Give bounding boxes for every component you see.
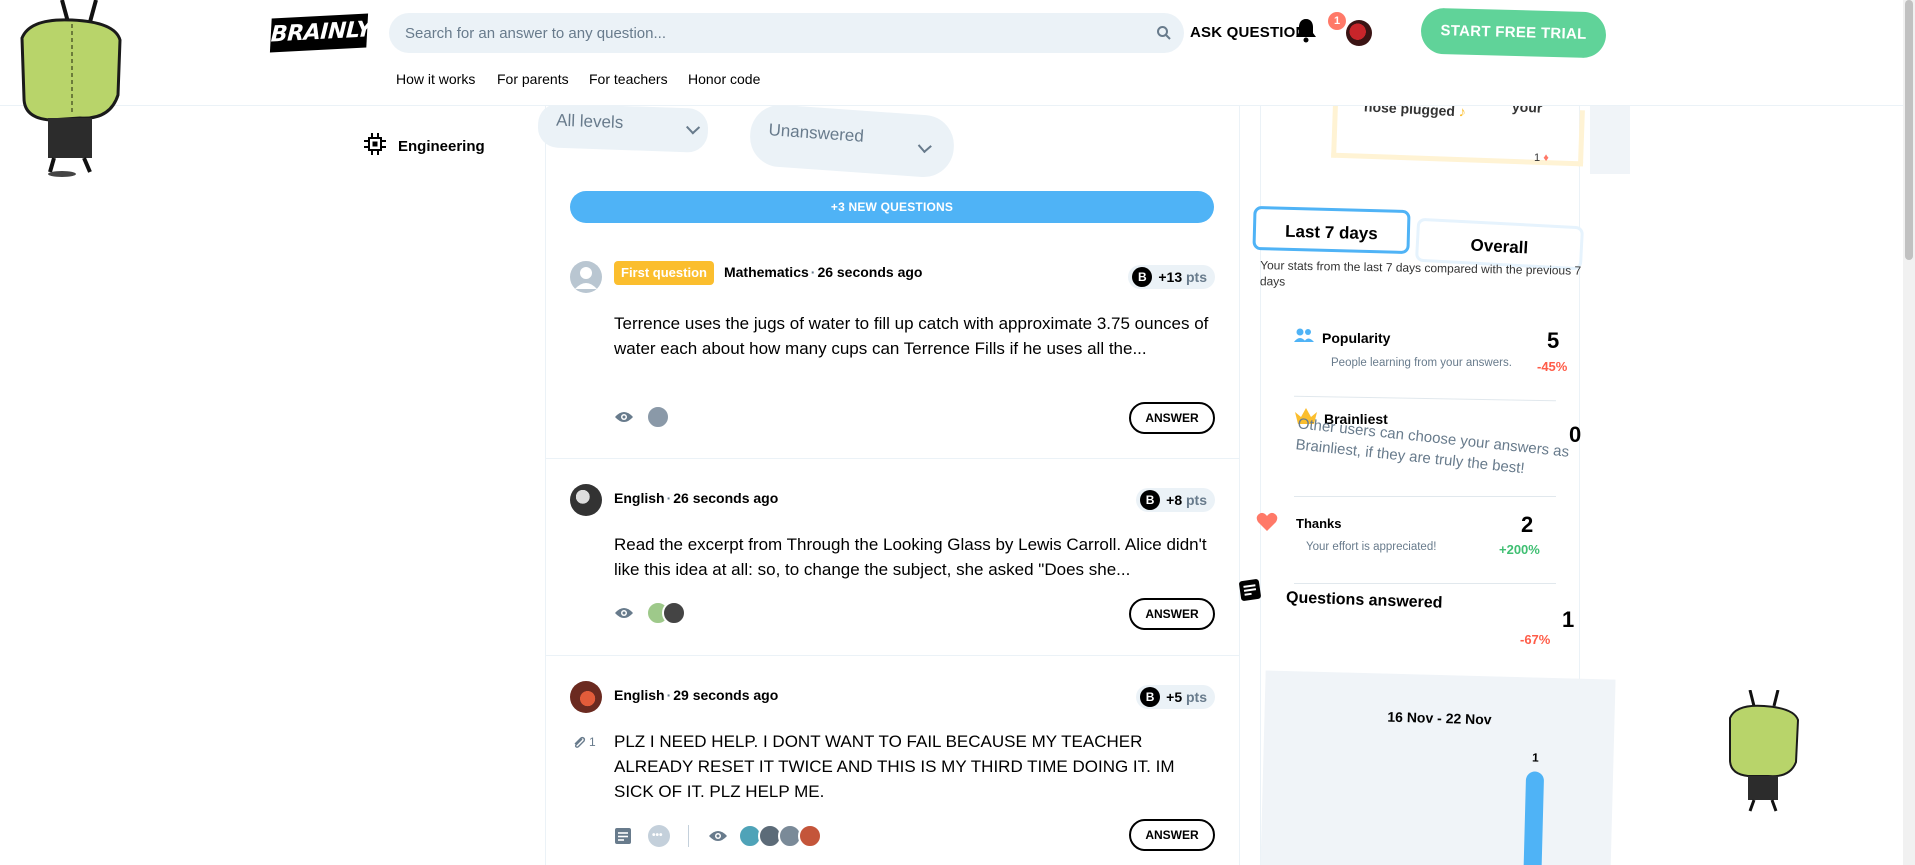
points-unit: pts [1186,492,1207,508]
question-subject[interactable]: English [614,687,665,703]
popularity-value: 5 [1547,328,1560,353]
points-unit: pts [1186,689,1207,705]
weekly-bar-chart: 16 Nov - 22 Nov 1 [1387,709,1544,865]
question-time: 29 seconds ago [673,687,779,703]
question-card[interactable]: English · 29 seconds ago B +5 pts 1 PLZ I N… [546,657,1239,865]
brainly-points-icon: B [1140,490,1161,510]
questions-answered-delta: -67% [1520,632,1551,647]
search-bar[interactable] [389,13,1184,53]
attachment-icon [574,736,586,748]
user-avatar[interactable] [1346,20,1372,46]
question-card[interactable]: English · 26 seconds ago B +8 pts Read the … [546,460,1239,656]
question-text[interactable]: PLZ I NEED HELP. I DONT WANT TO FAIL BEC… [614,729,1216,804]
divider [1294,583,1556,584]
level-filter-select[interactable]: All levels [537,103,709,153]
attachment-count: 1 [589,735,596,749]
new-questions-button[interactable]: +3 NEW QUESTIONS [570,191,1214,223]
brainly-points-icon: B [1132,267,1153,287]
question-meta: First question Mathematics · 26 seconds ago [614,261,922,285]
chevron-down-icon [685,120,701,135]
popularity-label: Popularity [1322,330,1391,346]
answer-button[interactable]: ANSWER [1129,819,1215,851]
questions-answered-value: 1 [1562,607,1575,632]
points-value: +13 [1158,269,1183,285]
points-value: +8 [1166,492,1183,508]
bell-icon[interactable] [1294,17,1318,43]
notification-count-badge: 1 [1328,12,1346,30]
card-edge [1590,106,1630,174]
points-badge: B +13 pts [1128,265,1215,289]
chart-data-label: 1 [1532,750,1539,764]
divider [1294,496,1556,497]
question-card[interactable]: First question Mathematics · 26 seconds ago… [546,245,1239,459]
chip-icon [364,133,386,155]
question-subject[interactable]: English [614,490,665,506]
question-meta: English · 26 seconds ago [614,490,779,506]
popularity-desc: People learning from your answers. [1331,357,1512,369]
start-free-trial-button[interactable]: START FREE TRIAL [1420,7,1607,59]
top-header: BRAINLY ASK QUESTION 1 START FREE TRIAL … [0,0,1903,106]
separator [688,825,689,847]
search-icon[interactable] [1156,25,1172,41]
eye-icon [615,412,633,422]
brainly-logo[interactable]: BRAINLY [269,13,372,53]
more-icon: ••• [648,825,670,847]
points-value: +5 [1166,689,1183,705]
chart-title: 16 Nov - 22 Nov [1387,709,1492,728]
scrollbar-thumb[interactable] [1905,0,1913,260]
question-time: 26 seconds ago [817,264,923,280]
zim-character-image [20,0,122,177]
eye-icon [709,831,727,841]
user-avatar [570,484,602,516]
heart-icon [1256,512,1278,531]
user-avatar [570,681,602,713]
weekly-chart-card: 16 Nov - 22 Nov 1 [1260,670,1616,865]
chart-bar [1523,771,1544,865]
brainly-points-icon: B [1140,687,1161,707]
answer-button[interactable]: ANSWER [1129,402,1215,434]
nav-how-it-works[interactable]: How it works [396,71,475,87]
question-text[interactable]: Read the excerpt from Through the Lookin… [614,532,1216,582]
points-unit: pts [1186,269,1207,285]
answer-button[interactable]: ANSWER [1129,598,1215,630]
question-meta: English · 29 seconds ago [614,687,779,703]
ask-question-button[interactable]: ASK QUESTION [1190,24,1307,41]
viewer-avatar [646,405,670,429]
thanks-value: 2 [1521,512,1534,537]
points-badge: B +8 pts [1136,488,1215,512]
question-text[interactable]: Terrence uses the jugs of water to fill … [614,311,1216,361]
viewer-avatar [798,824,822,848]
status-filter-value: Unanswered [767,120,865,146]
stats-intro: Your stats from the last 7 days compared… [1259,258,1582,289]
points-badge: B +5 pts [1136,685,1215,709]
nav-for-teachers[interactable]: For teachers [589,71,668,87]
eye-icon [615,608,633,618]
chevron-down-icon [917,139,932,154]
zim-character-small-image [1729,690,1800,812]
question-time: 26 seconds ago [673,490,779,506]
level-filter-value: All levels [555,110,624,133]
thanks-desc: Your effort is appreciated! [1306,541,1437,553]
achievement-count: 1 ♦ [1534,152,1549,164]
popularity-delta: -45% [1537,359,1568,374]
document-icon [1239,579,1261,601]
brainliest-value: 0 [1569,422,1582,447]
nav-for-parents[interactable]: For parents [497,71,569,87]
people-icon [1294,328,1314,342]
nav-honor-code[interactable]: Honor code [688,71,760,87]
default-avatar-icon [570,261,602,293]
tab-last-7-days[interactable]: Last 7 days [1252,205,1411,255]
viewer-avatar [662,601,686,625]
question-subject[interactable]: Mathematics [724,264,809,280]
search-input[interactable] [405,13,1125,53]
document-icon [615,828,631,844]
sidebar-item-engineering[interactable]: Engineering [398,138,485,155]
thanks-label: Thanks [1296,516,1342,531]
thanks-delta: +200% [1499,542,1540,557]
first-question-badge: First question [614,261,714,285]
